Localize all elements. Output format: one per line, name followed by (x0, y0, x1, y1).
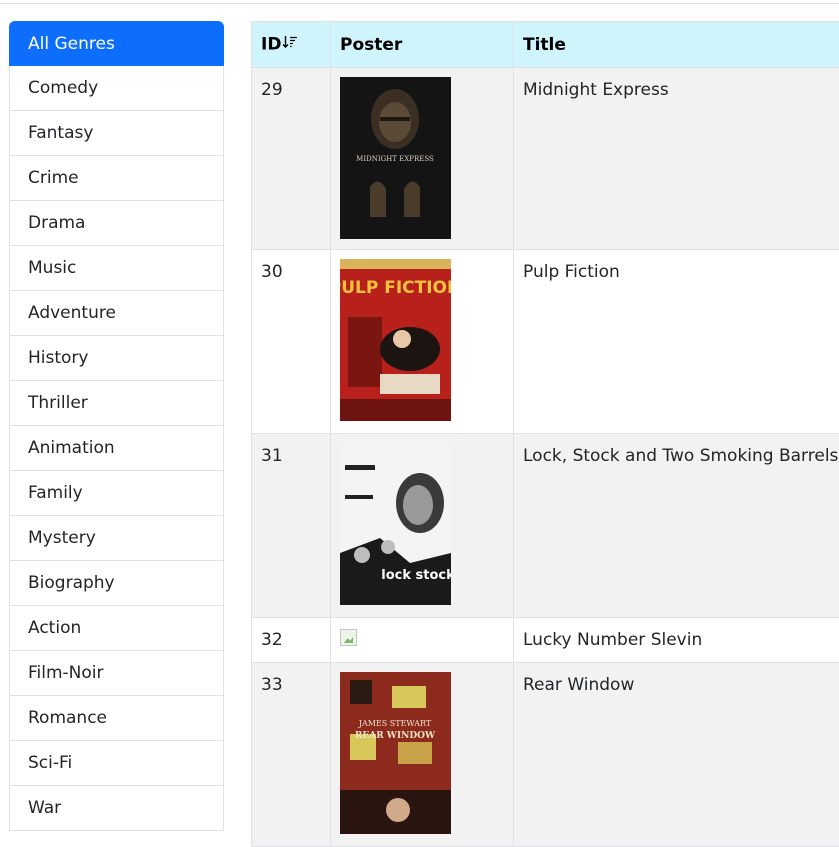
row-title: Lucky Number Slevin (514, 618, 839, 663)
row-poster: lock stock (331, 434, 514, 618)
row-poster: PULP FICTION (331, 250, 514, 434)
id-column-header[interactable]: ID (252, 22, 331, 68)
pulp-fiction-poster[interactable]: PULP FICTION (340, 259, 451, 421)
table-row[interactable]: 32 Lucky Number Slevin (252, 618, 839, 663)
table-row[interactable]: 29 MIDNIGHT EXPRESS Midnight Express (252, 68, 839, 250)
poster-actor-text: JAMES STEWART (358, 719, 432, 728)
row-poster (331, 618, 514, 663)
table-header-row: ID Poster Title (252, 22, 839, 68)
table-row[interactable]: 30 PULP FICTION Pulp Fiction (252, 250, 839, 434)
top-divider (0, 3, 839, 4)
genre-item-comedy[interactable]: Comedy (9, 66, 224, 111)
row-id: 29 (252, 68, 331, 250)
genre-item-sci-fi[interactable]: Sci-Fi (9, 741, 224, 786)
genre-item-film-noir[interactable]: Film-Noir (9, 651, 224, 696)
row-id: 30 (252, 250, 331, 434)
title-column-header[interactable]: Title (514, 22, 839, 68)
poster-title-text: REAR WINDOW (355, 731, 436, 741)
genre-item-family[interactable]: Family (9, 471, 224, 516)
genre-item-romance[interactable]: Romance (9, 696, 224, 741)
id-header-label: ID (261, 35, 281, 55)
genre-item-adventure[interactable]: Adventure (9, 291, 224, 336)
row-poster: MIDNIGHT EXPRESS (331, 68, 514, 250)
genre-item-war[interactable]: War (9, 786, 224, 831)
midnight-express-poster[interactable]: MIDNIGHT EXPRESS (340, 77, 451, 239)
genre-item-history[interactable]: History (9, 336, 224, 381)
genre-item-mystery[interactable]: Mystery (9, 516, 224, 561)
genre-item-drama[interactable]: Drama (9, 201, 224, 246)
poster-title-text: PULP FICTION (340, 278, 451, 298)
genre-list: All Genres Comedy Fantasy Crime Drama Mu… (9, 21, 224, 831)
table-row[interactable]: 33 JAMES STEWART REAR WINDOW Rear Win (252, 663, 839, 847)
movies-table-container: ID Poster Title 29 MIDNIGHT EXPRE (251, 21, 839, 847)
row-title: Midnight Express (514, 68, 839, 250)
poster-column-header[interactable]: Poster (331, 22, 514, 68)
genre-item-crime[interactable]: Crime (9, 156, 224, 201)
broken-image-icon[interactable] (340, 629, 357, 646)
rear-window-poster[interactable]: JAMES STEWART REAR WINDOW (340, 672, 451, 834)
genre-item-fantasy[interactable]: Fantasy (9, 111, 224, 156)
movies-table: ID Poster Title 29 MIDNIGHT EXPRE (251, 21, 839, 847)
poster-title-text: lock stock (381, 568, 451, 583)
genre-item-thriller[interactable]: Thriller (9, 381, 224, 426)
row-id: 32 (252, 618, 331, 663)
genre-item-music[interactable]: Music (9, 246, 224, 291)
row-title: Rear Window (514, 663, 839, 847)
table-row[interactable]: 31 lock stock Lock, Stock and Two Sm (252, 434, 839, 618)
genre-item-biography[interactable]: Biography (9, 561, 224, 606)
row-id: 33 (252, 663, 331, 847)
row-id: 31 (252, 434, 331, 618)
sort-descending-icon[interactable] (282, 34, 298, 55)
row-poster: JAMES STEWART REAR WINDOW (331, 663, 514, 847)
lock-stock-poster[interactable]: lock stock (340, 443, 451, 605)
row-title: Lock, Stock and Two Smoking Barrels (514, 434, 839, 618)
genre-item-animation[interactable]: Animation (9, 426, 224, 471)
poster-title-text: MIDNIGHT EXPRESS (356, 155, 434, 163)
genre-item-action[interactable]: Action (9, 606, 224, 651)
genre-item-all-genres[interactable]: All Genres (9, 21, 224, 66)
row-title: Pulp Fiction (514, 250, 839, 434)
